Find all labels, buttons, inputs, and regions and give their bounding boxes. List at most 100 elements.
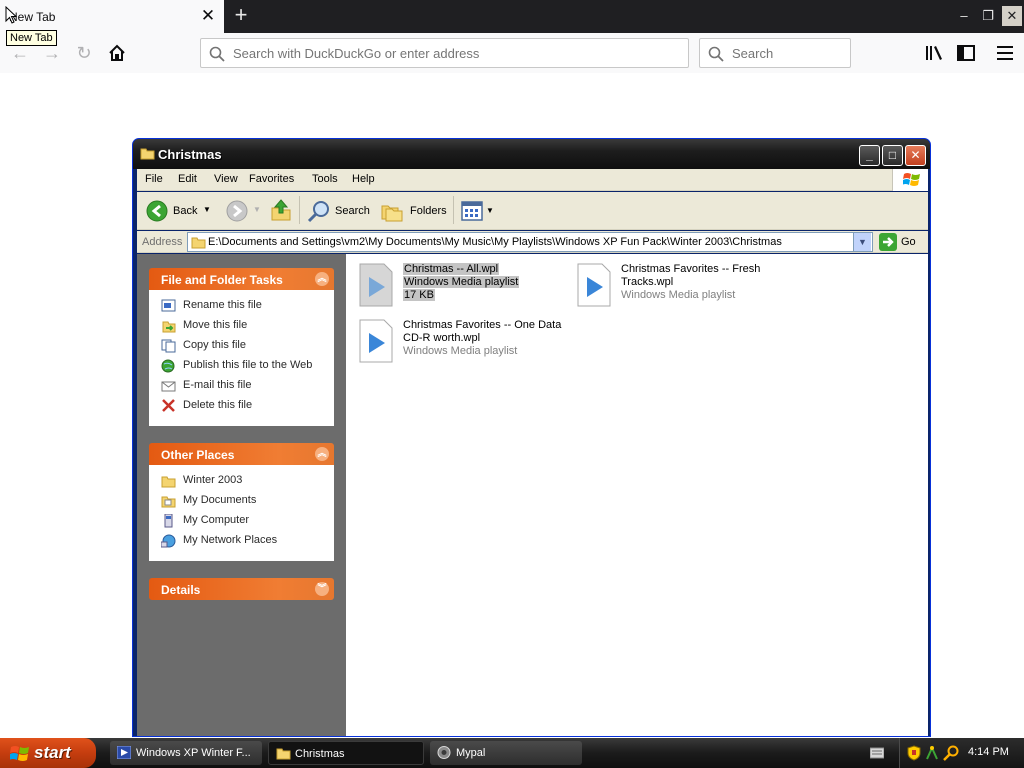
search-label: Search [335, 205, 370, 217]
close-tab-icon[interactable]: ✕ [200, 7, 216, 25]
task-label: Rename this file [183, 299, 262, 311]
folder-icon [191, 237, 206, 249]
menu-file[interactable]: File [145, 173, 163, 185]
up-folder-icon[interactable] [269, 198, 293, 222]
file-list: Christmas -- All.wpl Windows Media playl… [346, 254, 928, 736]
search-icon [708, 46, 724, 62]
playlist-file-icon [359, 319, 393, 363]
other-places-header[interactable]: Other Places ︽ [149, 443, 334, 465]
close-button[interactable]: ✕ [905, 145, 926, 166]
address-label: Address [142, 236, 183, 248]
network-globe-icon [161, 534, 176, 548]
file-tasks-panel: Rename this file Move this file Copy thi… [149, 290, 334, 426]
folders-icon [381, 205, 403, 222]
minimize-window-button[interactable]: – [954, 6, 974, 26]
file-size: 17 KB [403, 289, 435, 301]
back-icon [146, 200, 168, 222]
search-button[interactable]: Search [305, 198, 373, 224]
tab-new-tab[interactable]: New Tab ✕ [0, 0, 224, 33]
taskbar-item-mypal[interactable]: Mypal [430, 741, 582, 765]
windows-flag-icon [10, 746, 29, 761]
close-window-button[interactable]: ✕ [1002, 6, 1022, 26]
back-dropdown-icon[interactable]: ▼ [203, 205, 211, 214]
address-field[interactable]: E:\Documents and Settings\vm2\My Documen… [187, 232, 873, 252]
taskbar-item-christmas[interactable]: Christmas [268, 741, 424, 765]
toolbar-separator [299, 196, 300, 224]
security-shield-icon[interactable] [907, 745, 921, 761]
file-name-line: Christmas Favorites -- Fresh [621, 263, 761, 275]
menu-favorites[interactable]: Favorites [249, 173, 294, 185]
file-type: Windows Media playlist [403, 345, 518, 357]
sidebar-toggle-icon[interactable] [952, 39, 980, 67]
playlist-file-icon [577, 263, 611, 307]
address-dropdown-icon[interactable]: ▼ [853, 233, 871, 251]
search-magnifier-icon[interactable] [943, 745, 959, 761]
new-tab-button[interactable]: + [232, 4, 250, 26]
file-name-line: CD-R worth.wpl [403, 332, 481, 344]
file-item-one-data-cdr[interactable]: Christmas Favorites -- One Data CD-R wor… [356, 318, 566, 370]
system-tray: 4:14 PM [899, 738, 1024, 768]
place-label: My Documents [183, 494, 257, 506]
keyboard-icon[interactable] [870, 747, 884, 759]
details-header[interactable]: Details ︾ [149, 578, 334, 600]
start-label: start [34, 743, 71, 762]
collapse-chevron-icon[interactable]: ︽ [315, 447, 329, 461]
explorer-window: Christmas _ □ ✕ File Edit View Favorites… [132, 138, 931, 737]
views-dropdown-icon: ▼ [486, 206, 494, 215]
task-label: Copy this file [183, 339, 246, 351]
file-item-fresh-tracks[interactable]: Christmas Favorites -- Fresh Tracks.wpl … [574, 262, 784, 314]
expand-chevron-icon[interactable]: ︾ [315, 582, 329, 596]
globe-icon [161, 359, 175, 373]
file-tasks-header[interactable]: File and Folder Tasks ︽ [149, 268, 334, 290]
reload-icon[interactable]: ↻ [70, 39, 98, 67]
search-icon [209, 46, 225, 62]
toolbar-separator [453, 196, 454, 224]
maximize-button[interactable]: □ [882, 145, 903, 166]
start-button[interactable]: start [0, 738, 96, 768]
collapse-chevron-icon[interactable]: ︽ [315, 272, 329, 286]
folder-icon [276, 748, 291, 760]
tooltip: New Tab [6, 30, 57, 46]
go-button[interactable]: Go [879, 232, 924, 252]
go-arrow-icon [879, 233, 897, 251]
task-label: Move this file [183, 319, 248, 331]
task-label: Windows XP Winter F... [136, 747, 251, 759]
rename-icon [161, 299, 176, 312]
move-icon [162, 321, 176, 333]
taskbar-item-windows-xp-winter[interactable]: Windows XP Winter F... [110, 741, 262, 765]
window-titlebar[interactable]: Christmas _ □ ✕ [133, 139, 930, 169]
file-type: Windows Media playlist [621, 289, 736, 301]
search-bar[interactable] [699, 38, 851, 68]
file-item-christmas-all[interactable]: Christmas -- All.wpl Windows Media playl… [356, 262, 566, 314]
clock[interactable]: 4:14 PM [968, 746, 1009, 758]
folders-button[interactable]: Folders [377, 198, 447, 224]
place-label: Winter 2003 [183, 474, 243, 486]
views-button[interactable]: ▼ [459, 200, 495, 222]
url-input[interactable] [233, 46, 673, 61]
library-icon[interactable] [920, 39, 948, 67]
standard-toolbar: Back ▼ ▼ Search Folders ▼ [137, 192, 928, 230]
menu-view[interactable]: View [214, 173, 238, 185]
file-tasks-title: File and Folder Tasks [161, 273, 283, 287]
task-pane: File and Folder Tasks ︽ Rename this file… [137, 254, 346, 736]
mouse-pointer-icon [5, 6, 17, 24]
back-button[interactable]: Back ▼ [143, 198, 211, 224]
menu-tools[interactable]: Tools [312, 173, 338, 185]
address-path: E:\Documents and Settings\vm2\My Documen… [208, 236, 782, 248]
menu-edit[interactable]: Edit [178, 173, 197, 185]
url-bar[interactable] [200, 38, 689, 68]
minimize-button[interactable]: _ [859, 145, 880, 166]
forward-icon[interactable] [226, 200, 248, 222]
menu-bar: File Edit View Favorites Tools Help [137, 169, 928, 191]
restore-window-button[interactable]: ❐ [978, 6, 998, 26]
menu-icon[interactable] [991, 39, 1019, 67]
copy-icon [161, 339, 176, 353]
home-icon[interactable] [103, 39, 131, 67]
search-input[interactable] [732, 46, 842, 61]
forward-dropdown-icon[interactable]: ▼ [253, 205, 261, 214]
navigation-toolbar: ← → ↻ [0, 33, 1024, 73]
folder-icon [161, 476, 176, 488]
menu-help[interactable]: Help [352, 173, 375, 185]
place-label: My Network Places [183, 534, 278, 546]
network-status-icon[interactable] [925, 745, 939, 761]
